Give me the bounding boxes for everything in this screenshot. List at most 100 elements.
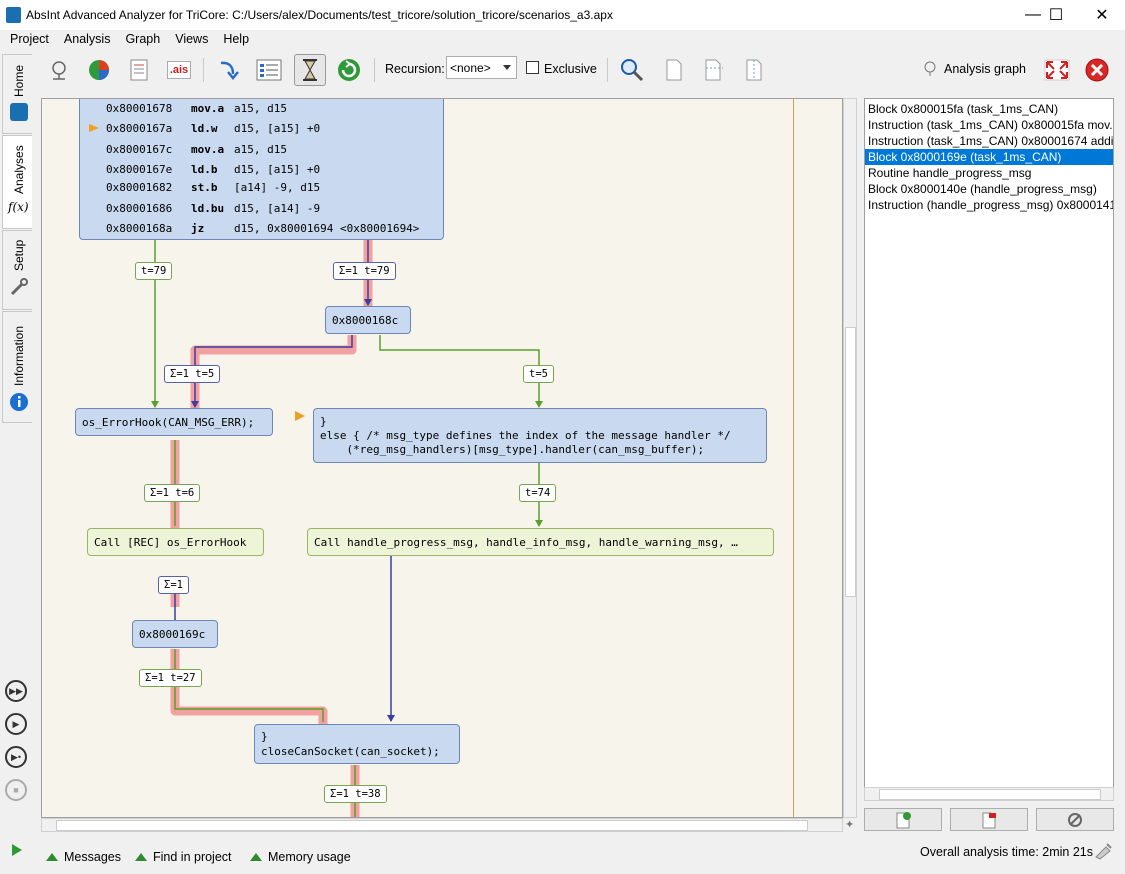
analysis-graph-label: Analysis graph xyxy=(944,62,1026,76)
fullscreen-icon[interactable] xyxy=(1042,55,1072,85)
edge-label: t=5 xyxy=(523,365,554,383)
list-item[interactable]: Block 0x800015fa (task_1ms_CAN) xyxy=(865,101,1113,117)
memory-usage-button[interactable]: Memory usage xyxy=(250,850,351,864)
analysis-start-icon[interactable] xyxy=(44,55,74,85)
list-item-selected[interactable]: Block 0x8000169e (task_1ms_CAN) xyxy=(865,149,1113,165)
exclusive-label: Exclusive xyxy=(544,62,597,76)
expand-up-icon xyxy=(46,853,58,861)
tab-analyses-label: Analyses xyxy=(12,145,26,194)
stop-analysis-icon[interactable] xyxy=(1082,55,1112,85)
block-node-0x8000168c[interactable]: 0x8000168c xyxy=(325,306,411,334)
recursion-select[interactable]: <none> xyxy=(446,56,517,79)
scrollbar-thumb[interactable] xyxy=(56,820,808,831)
selection-history-list: Block 0x800015fa (task_1ms_CAN) Instruct… xyxy=(864,98,1114,800)
remove-entry-button[interactable] xyxy=(950,808,1028,831)
close-socket-node[interactable]: } closeCanSocket(can_socket); xyxy=(254,724,460,764)
graph-horizontal-scrollbar[interactable] xyxy=(41,818,843,832)
step-button[interactable]: ▶• xyxy=(5,746,27,768)
menu-help[interactable]: Help xyxy=(213,30,254,50)
magnifier-icon[interactable] xyxy=(617,55,647,85)
recursion-select-value: <none> xyxy=(450,61,491,75)
toolbar: .ais Recursion: <none> Exclusive Analysi… xyxy=(0,50,1125,90)
find-in-project-button[interactable]: Find in project xyxy=(135,850,232,864)
hourglass-icon[interactable] xyxy=(294,54,326,86)
list-item[interactable]: Routine handle_progress_msg xyxy=(865,165,1113,181)
menu-analysis[interactable]: Analysis xyxy=(54,30,116,50)
recursion-label: Recursion: xyxy=(385,62,445,76)
toolbar-separator xyxy=(607,58,608,82)
clear-list-button[interactable] xyxy=(1036,808,1114,831)
code-line: closeCanSocket(can_socket); xyxy=(261,745,440,758)
edge-label: Σ=1 t=27 xyxy=(139,669,202,687)
menu-project[interactable]: Project xyxy=(0,30,54,50)
tab-information[interactable]: Information xyxy=(2,311,32,423)
function-icon: f(x) xyxy=(8,200,29,214)
edge-label: Σ=1 t=6 xyxy=(144,484,201,502)
report-icon[interactable] xyxy=(124,55,154,85)
pie-chart-icon[interactable] xyxy=(84,55,114,85)
edge-label: Σ=1 t=38 xyxy=(324,785,387,803)
graph-vertical-scrollbar[interactable] xyxy=(843,98,857,818)
graph-canvas[interactable]: 0x80001678 mov.a a15, d15 0x8000167a ld.… xyxy=(41,98,843,818)
messages-button[interactable]: Messages xyxy=(46,850,121,864)
remove-page-icon xyxy=(982,812,996,828)
code-line: (*reg_msg_handlers)[msg_type].handler(ca… xyxy=(320,443,705,456)
page-icon[interactable] xyxy=(659,55,689,85)
home-logo-icon xyxy=(10,103,28,121)
code-line: } xyxy=(261,730,268,743)
call-rec-errorhook-node[interactable]: Call [REC] os_ErrorHook xyxy=(87,528,264,556)
analysis-graph-button[interactable]: Analysis graph xyxy=(922,58,1032,80)
error-hook-node[interactable]: os_ErrorHook(CAN_MSG_ERR); xyxy=(75,408,273,436)
ais-file-label: .ais xyxy=(166,61,192,79)
call-handlers-node[interactable]: Call handle_progress_msg, handle_info_ms… xyxy=(307,528,774,556)
list-item[interactable]: Instruction (handle_progress_msg) 0x8000… xyxy=(865,197,1113,213)
fast-forward-button[interactable]: ▶▶ xyxy=(5,680,27,702)
assembly-block-node[interactable]: 0x80001678 mov.a a15, d15 0x8000167a ld.… xyxy=(79,99,444,240)
code-line: } xyxy=(320,415,327,428)
tab-setup[interactable]: Setup xyxy=(2,230,32,310)
tab-analyses[interactable]: Analyses f(x) xyxy=(2,135,32,229)
menu-views[interactable]: Views xyxy=(165,30,213,50)
edge-label: Σ=1 t=79 xyxy=(333,262,396,280)
step-into-icon[interactable] xyxy=(214,55,244,85)
ais-file-icon[interactable]: .ais xyxy=(164,55,194,85)
close-window-button[interactable]: ✕ xyxy=(1079,0,1125,30)
list-item[interactable]: Instruction (task_1ms_CAN) 0x80001674 ad… xyxy=(865,133,1113,149)
edge-label: t=79 xyxy=(135,262,173,280)
title-bar: AbsInt Advanced Analyzer for TriCore: C:… xyxy=(0,0,1125,30)
stop-button[interactable]: ■ xyxy=(5,779,27,801)
analysis-time-text: Overall analysis time: 2min 21s xyxy=(920,845,1093,859)
play-button[interactable]: ▶ xyxy=(5,713,27,735)
list-item[interactable]: Block 0x8000140e (handle_progress_msg) xyxy=(865,181,1113,197)
find-in-project-label: Find in project xyxy=(153,850,232,864)
analysis-graph-icon xyxy=(924,61,936,76)
clean-icon[interactable] xyxy=(1093,842,1113,860)
refresh-icon[interactable] xyxy=(334,55,364,85)
maximize-button[interactable]: ☐ xyxy=(1033,0,1079,30)
scroll-corner-icon: ✦ xyxy=(845,819,855,831)
code-line: else { /* msg_type defines the index of … xyxy=(320,429,731,442)
block-node-0x8000169c[interactable]: 0x8000169c xyxy=(132,620,218,648)
add-entry-button[interactable] xyxy=(864,808,942,831)
menu-graph[interactable]: Graph xyxy=(115,30,165,50)
run-icon[interactable] xyxy=(11,843,23,857)
edge-label: Σ=1 xyxy=(158,576,189,594)
info-icon xyxy=(10,393,28,411)
status-bar: Messages Find in project Memory usage Ov… xyxy=(0,840,1125,874)
scrollbar-thumb[interactable] xyxy=(879,789,1101,800)
exclusive-checkbox[interactable] xyxy=(526,61,539,74)
list-horizontal-scrollbar[interactable] xyxy=(864,787,1114,801)
app-window: AbsInt Advanced Analyzer for TriCore: C:… xyxy=(0,0,1125,874)
page-split-icon[interactable] xyxy=(699,55,729,85)
tab-home[interactable]: Home xyxy=(2,54,32,134)
page-marker-icon[interactable] xyxy=(739,55,769,85)
tab-home-label: Home xyxy=(12,64,26,97)
list-view-icon[interactable] xyxy=(254,55,284,85)
tab-information-label: Information xyxy=(12,325,26,386)
list-item[interactable]: Instruction (task_1ms_CAN) 0x800015fa mo… xyxy=(865,117,1113,133)
else-branch-node[interactable]: } else { /* msg_type defines the index o… xyxy=(313,408,767,463)
current-marker-icon xyxy=(295,411,305,421)
edge-label: Σ=1 t=5 xyxy=(164,365,221,383)
memory-usage-label: Memory usage xyxy=(268,850,351,864)
scrollbar-thumb[interactable] xyxy=(845,327,856,597)
